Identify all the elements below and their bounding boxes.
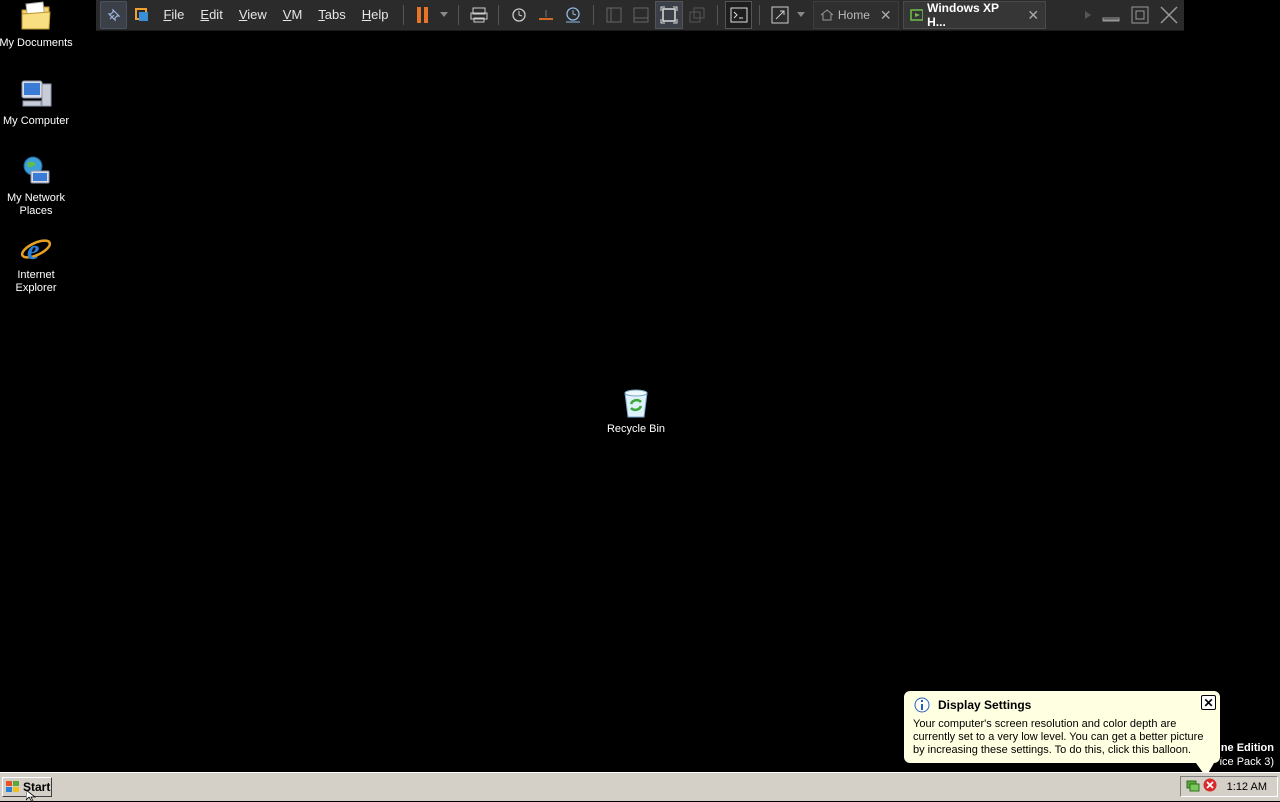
icon-label: My Computer (2, 115, 70, 127)
menu-view[interactable]: View (231, 1, 275, 29)
computer-icon (19, 78, 53, 112)
toolbar-separator (716, 5, 718, 25)
stretch-guest-icon[interactable] (767, 2, 792, 28)
watermark-edition: ne Edition (1220, 742, 1274, 754)
menu-help[interactable]: Help (354, 1, 397, 29)
minimize-icon[interactable] (1097, 2, 1126, 28)
menu-vm[interactable]: VM (275, 1, 311, 29)
snapshot-manager-icon[interactable] (561, 2, 586, 28)
recycle-bin-icon (619, 386, 653, 420)
toolbar-separator (759, 5, 761, 25)
unity-icon[interactable] (685, 2, 710, 28)
tab-windows-xp[interactable]: Windows XP H... ✕ (902, 1, 1047, 29)
home-icon (820, 9, 834, 21)
vmware-toolbar: File Edit View VM Tabs Help Home ✕ Windo… (96, 0, 1184, 31)
full-screen-icon[interactable] (655, 1, 683, 29)
toolbar-separator (593, 5, 595, 25)
toolbar-separator (498, 5, 500, 25)
tab-label: Windows XP H... (927, 1, 999, 29)
internet-explorer-icon: e (19, 232, 53, 266)
network-globe-icon (19, 155, 53, 189)
desktop-icon-recycle-bin[interactable]: Recycle Bin (596, 386, 676, 436)
tab-scroll-right-icon[interactable] (1080, 2, 1096, 28)
close-window-icon[interactable] (1155, 2, 1184, 28)
close-tab-icon[interactable]: ✕ (1027, 7, 1039, 24)
svg-text:e: e (27, 235, 39, 266)
balloon-message[interactable]: Your computer's screen resolution and co… (913, 718, 1213, 757)
icon-label: My Network Places (6, 192, 66, 217)
desktop-icon-my-network-places[interactable]: My Network Places (0, 155, 76, 218)
menu-tabs[interactable]: Tabs (310, 1, 353, 29)
folder-icon (19, 0, 53, 34)
icon-label: Recycle Bin (606, 423, 666, 435)
mouse-cursor-icon (26, 790, 36, 802)
close-tab-icon[interactable]: ✕ (880, 7, 892, 24)
power-dropdown-icon[interactable] (438, 2, 452, 28)
icon-label: My Documents (0, 37, 73, 49)
snapshot-icon[interactable] (506, 2, 531, 28)
send-ctrl-alt-del-icon[interactable] (466, 2, 491, 28)
info-icon (914, 697, 930, 713)
security-alert-icon[interactable] (1203, 778, 1217, 795)
tab-home[interactable]: Home ✕ (812, 1, 899, 29)
console-view-icon[interactable] (724, 1, 753, 29)
pause-icon[interactable] (410, 2, 435, 28)
vm-library-icon[interactable] (129, 2, 154, 28)
watermark-service-pack: ice Pack 3) (1219, 756, 1274, 768)
desktop-icon-internet-explorer[interactable]: e Internet Explorer (0, 232, 76, 295)
stretch-dropdown-icon[interactable] (794, 2, 808, 28)
restore-icon[interactable] (1126, 2, 1155, 28)
pin-icon[interactable] (100, 1, 128, 29)
display-settings-balloon[interactable]: Display Settings ✕ Your computer's scree… (903, 690, 1221, 780)
desktop-icon-my-computer[interactable]: My Computer (0, 78, 76, 128)
thumbnail-bar-icon[interactable] (628, 2, 653, 28)
menu-file[interactable]: File (155, 1, 192, 29)
show-library-icon[interactable] (601, 2, 626, 28)
balloon-title: Display Settings (914, 697, 1031, 713)
windows-logo-icon (6, 781, 19, 792)
toolbar-separator (402, 5, 404, 25)
balloon-close-button[interactable]: ✕ (1201, 695, 1216, 710)
revert-snapshot-icon[interactable] (534, 2, 559, 28)
desktop-icon-my-documents[interactable]: My Documents (0, 0, 76, 50)
os-watermark: ne Edition ice Pack 3) (1220, 741, 1274, 769)
taskbar: Start 1:12 AM (0, 772, 1280, 801)
balloon-title-text: Display Settings (938, 698, 1032, 712)
toolbar-separator (458, 5, 460, 25)
vm-running-icon (909, 9, 924, 21)
tab-label: Home (837, 8, 870, 22)
system-tray: 1:12 AM (1180, 776, 1278, 797)
tray-clock[interactable]: 1:12 AM (1227, 781, 1267, 793)
network-tray-icon[interactable] (1186, 778, 1200, 795)
menu-edit[interactable]: Edit (192, 1, 230, 29)
icon-label: Internet Explorer (15, 269, 57, 294)
